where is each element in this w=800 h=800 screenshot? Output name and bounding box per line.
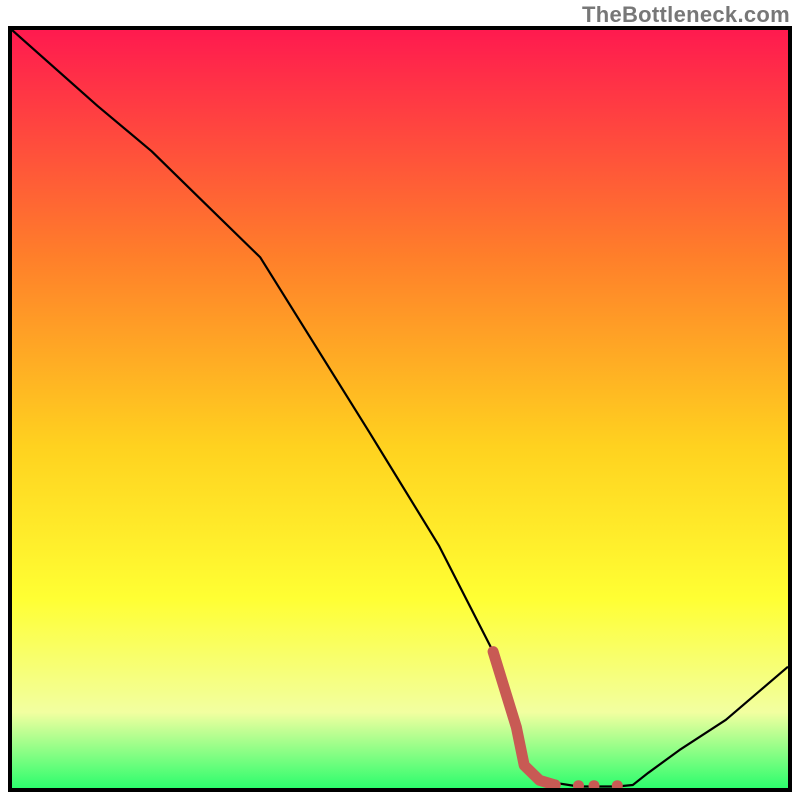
gradient-background: [12, 30, 788, 788]
plot-border: [8, 26, 792, 792]
chart-stage: TheBottleneck.com: [0, 0, 800, 800]
bottleneck-chart: [12, 30, 788, 788]
watermark-text: TheBottleneck.com: [582, 2, 790, 28]
